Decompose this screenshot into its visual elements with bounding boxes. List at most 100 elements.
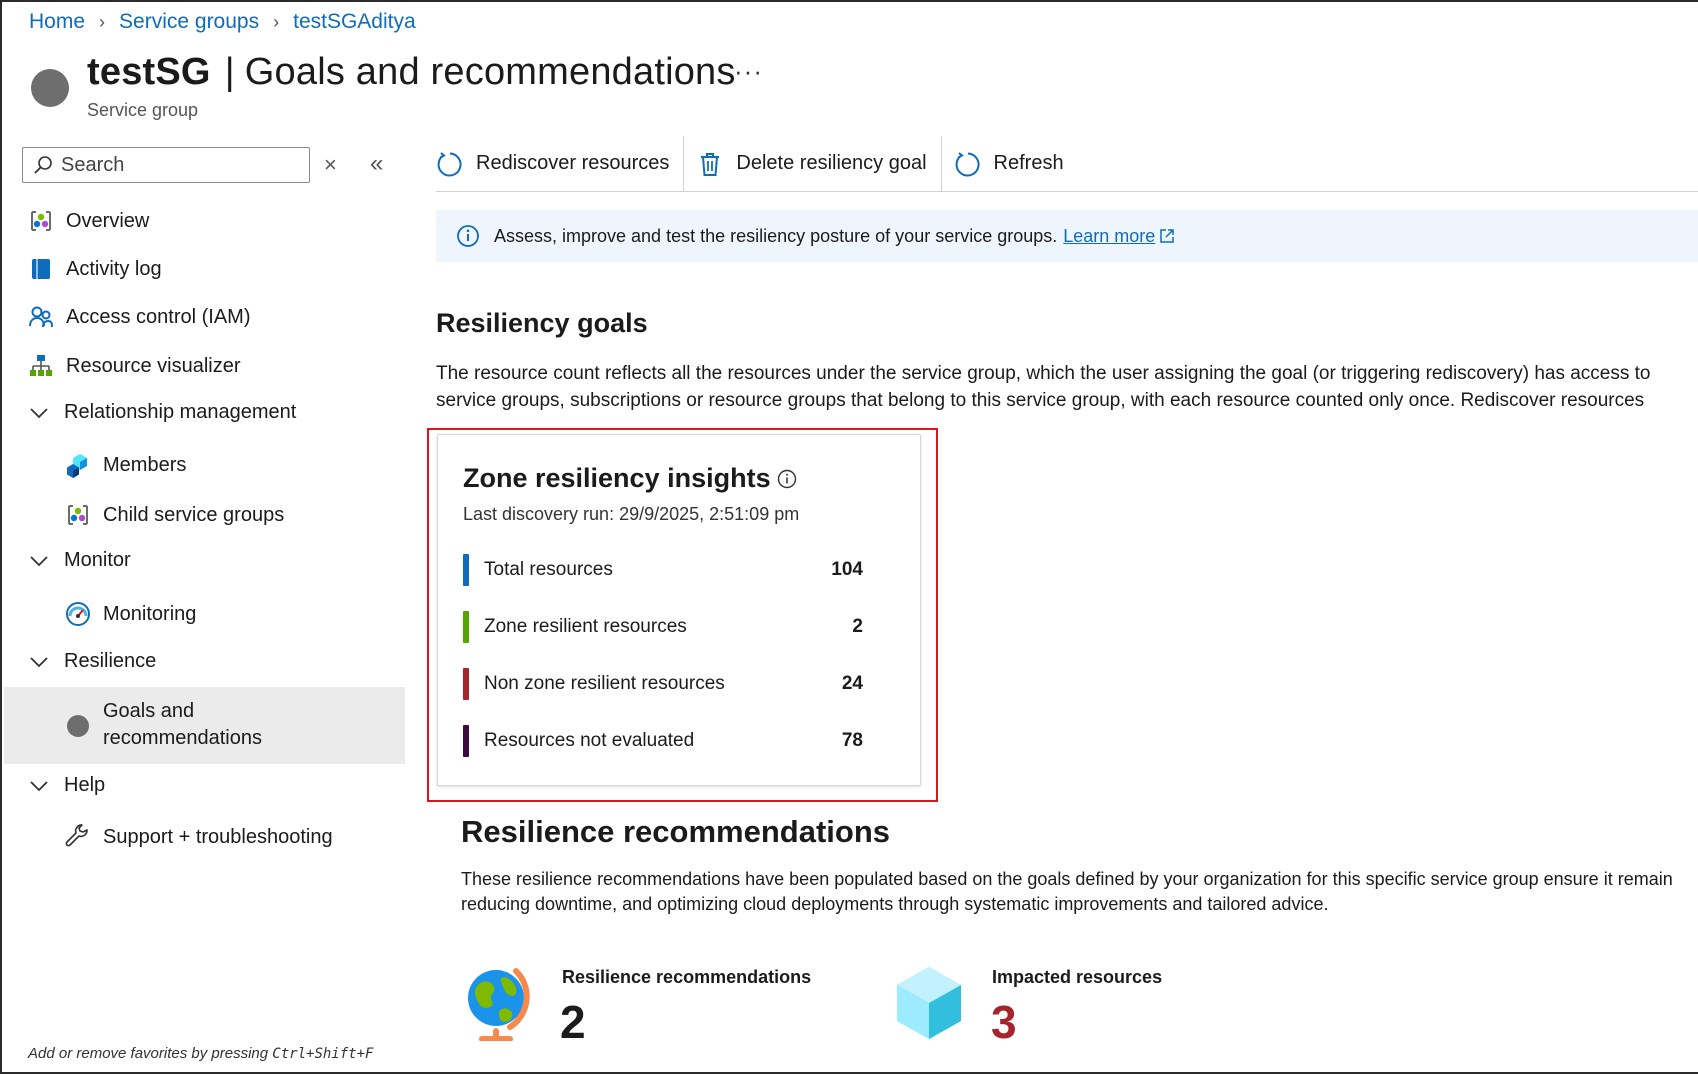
metric-label: Zone resilient resources xyxy=(484,616,687,637)
favorites-hint-text: Add or remove favorites by pressing xyxy=(28,1045,269,1062)
sidebar-item-members[interactable]: Members xyxy=(65,452,186,478)
metric-label: Non zone resilient resources xyxy=(484,673,725,694)
metric-color-bar xyxy=(463,668,469,700)
delete-goal-label: Delete resiliency goal xyxy=(736,152,927,174)
sidebar-item-label: Access control (IAM) xyxy=(66,305,251,328)
search-icon xyxy=(34,156,52,174)
sidebar-item-label: Members xyxy=(103,453,187,476)
clear-search-button[interactable]: × xyxy=(324,152,337,178)
stat-recommendations-value[interactable]: 2 xyxy=(560,999,586,1045)
metric-label: Total resources xyxy=(484,559,613,580)
metric-label: Resources not evaluated xyxy=(484,730,695,751)
favorites-hint-keys: Ctrl+Shift+F xyxy=(272,1046,374,1062)
stat-recommendations-label: Resilience recommendations xyxy=(562,967,812,987)
resiliency-goals-description-line1: The resource count reflects all the reso… xyxy=(436,363,1651,384)
sidebar-group-resilience[interactable]: Resilience xyxy=(28,650,156,673)
search-input[interactable]: Search xyxy=(22,147,310,183)
chevron-down-icon xyxy=(28,656,50,668)
sidebar-item-overview[interactable]: Overview xyxy=(28,208,149,234)
metric-value: 2 xyxy=(852,616,863,637)
metric-value: 104 xyxy=(831,559,863,580)
goals-label-line2: recommendations xyxy=(103,727,262,749)
insights-title: Zone resiliency insights xyxy=(463,463,797,494)
toolbar-divider xyxy=(683,135,685,192)
recommendations-description-line2: reducing downtime, and optimizing cloud … xyxy=(461,894,1329,914)
sidebar-group-label: Relationship management xyxy=(64,401,297,423)
sidebar-item-support[interactable]: Support + troubleshooting xyxy=(65,824,333,850)
cubes-icon xyxy=(65,452,91,478)
sidebar-item-label: Activity log xyxy=(66,257,162,280)
insights-title-text: Zone resiliency insights xyxy=(463,463,771,493)
sidebar-group-label: Resilience xyxy=(64,650,157,672)
chevron-down-icon xyxy=(28,780,50,792)
cube-icon xyxy=(895,965,963,1046)
command-bar: Rediscover resources Delete resiliency g… xyxy=(436,135,1698,192)
chevron-down-icon xyxy=(28,407,50,419)
sidebar-group-label: Monitor xyxy=(64,549,131,571)
sidebar-item-monitoring[interactable]: Monitoring xyxy=(65,601,196,627)
metric-zone-resilient-resources[interactable]: Zone resilient resources 2 xyxy=(463,610,863,644)
refresh-button[interactable]: Refresh xyxy=(954,136,1078,192)
sidebar-item-label: Goals and recommendations xyxy=(103,698,262,752)
toolbar-divider xyxy=(940,135,942,192)
metric-color-bar xyxy=(463,554,469,586)
breadcrumb-home-link[interactable]: Home xyxy=(29,10,85,34)
sidebar-item-resource-visualizer[interactable]: Resource visualizer xyxy=(28,353,241,379)
portal-frame: Home › Service groups › testSGAditya tes… xyxy=(0,0,1698,1074)
favorites-hint: Add or remove favorites by pressing Ctrl… xyxy=(28,1045,373,1062)
stat-impacted-label: Impacted resources xyxy=(992,967,1163,987)
sidebar-item-label: Overview xyxy=(66,209,150,232)
chevron-down-icon xyxy=(28,555,50,567)
refresh-icon xyxy=(436,150,464,178)
breadcrumb-service-groups-link[interactable]: Service groups xyxy=(119,10,259,34)
metric-resources-not-evaluated[interactable]: Resources not evaluated 78 xyxy=(463,724,863,758)
refresh-icon xyxy=(954,150,982,178)
external-link-icon xyxy=(1159,228,1175,244)
page-title: testSG | Goals and recommendations xyxy=(87,51,736,94)
info-banner-text: Assess, improve and test the resiliency … xyxy=(494,225,1058,246)
search-placeholder: Search xyxy=(61,153,125,176)
sidebar-item-access-control[interactable]: Access control (IAM) xyxy=(28,304,250,330)
collapse-sidebar-button[interactable]: « xyxy=(370,150,384,178)
trash-icon xyxy=(696,150,724,178)
sidebar-item-activity-log[interactable]: Activity log xyxy=(28,256,162,282)
zone-resiliency-insights-card: Zone resiliency insights Last discovery … xyxy=(437,434,921,786)
more-options-button[interactable]: ··· xyxy=(734,56,763,87)
refresh-label: Refresh xyxy=(993,152,1064,174)
breadcrumb-chevron-icon: › xyxy=(99,11,106,32)
gauge-icon xyxy=(65,601,91,627)
recommendations-description-line1: These resilience recommendations have be… xyxy=(461,869,1673,889)
info-icon[interactable] xyxy=(777,469,797,489)
resiliency-goals-heading: Resiliency goals xyxy=(436,308,648,338)
stat-impacted-value[interactable]: 3 xyxy=(991,999,1017,1045)
sidebar-item-label: Child service groups xyxy=(103,503,285,526)
sidebar-item-child-service-groups[interactable]: Child service groups xyxy=(65,502,284,528)
wrench-icon xyxy=(65,824,91,850)
title-separator: | xyxy=(224,51,235,93)
breadcrumb: Home › Service groups › testSGAditya xyxy=(29,10,416,34)
metric-non-zone-resilient-resources[interactable]: Non zone resilient resources 24 xyxy=(463,667,863,701)
goals-circle-icon xyxy=(65,713,91,739)
people-icon xyxy=(28,304,54,330)
rediscover-resources-button[interactable]: Rediscover resources xyxy=(436,136,683,192)
resiliency-goals-description-line2: service groups, subscriptions or resourc… xyxy=(436,390,1645,411)
sidebar-group-monitor[interactable]: Monitor xyxy=(28,549,131,572)
hierarchy-icon xyxy=(28,353,54,379)
learn-more-link[interactable]: Learn more xyxy=(1063,226,1155,247)
service-group-icon xyxy=(31,69,69,107)
sidebar-group-help[interactable]: Help xyxy=(28,774,105,797)
sidebar-group-relationship-management[interactable]: Relationship management xyxy=(28,401,296,424)
info-icon xyxy=(456,224,480,248)
service-groups-icon xyxy=(65,502,91,528)
last-discovery-run: Last discovery run: 29/9/2025, 2:51:09 p… xyxy=(463,504,800,524)
sidebar-item-goals-content: Goals and recommendations xyxy=(65,698,262,752)
delete-resiliency-goal-button[interactable]: Delete resiliency goal xyxy=(696,136,940,192)
metric-value: 78 xyxy=(841,730,863,751)
metric-color-bar xyxy=(463,725,469,757)
goals-label-line1: Goals and xyxy=(103,700,195,722)
sidebar-item-label: Support + troubleshooting xyxy=(103,825,333,848)
resilience-recommendations-heading: Resilience recommendations xyxy=(461,814,890,849)
metric-color-bar xyxy=(463,611,469,643)
breadcrumb-testsgaditya-link[interactable]: testSGAditya xyxy=(293,10,416,34)
metric-total-resources[interactable]: Total resources 104 xyxy=(463,553,863,587)
